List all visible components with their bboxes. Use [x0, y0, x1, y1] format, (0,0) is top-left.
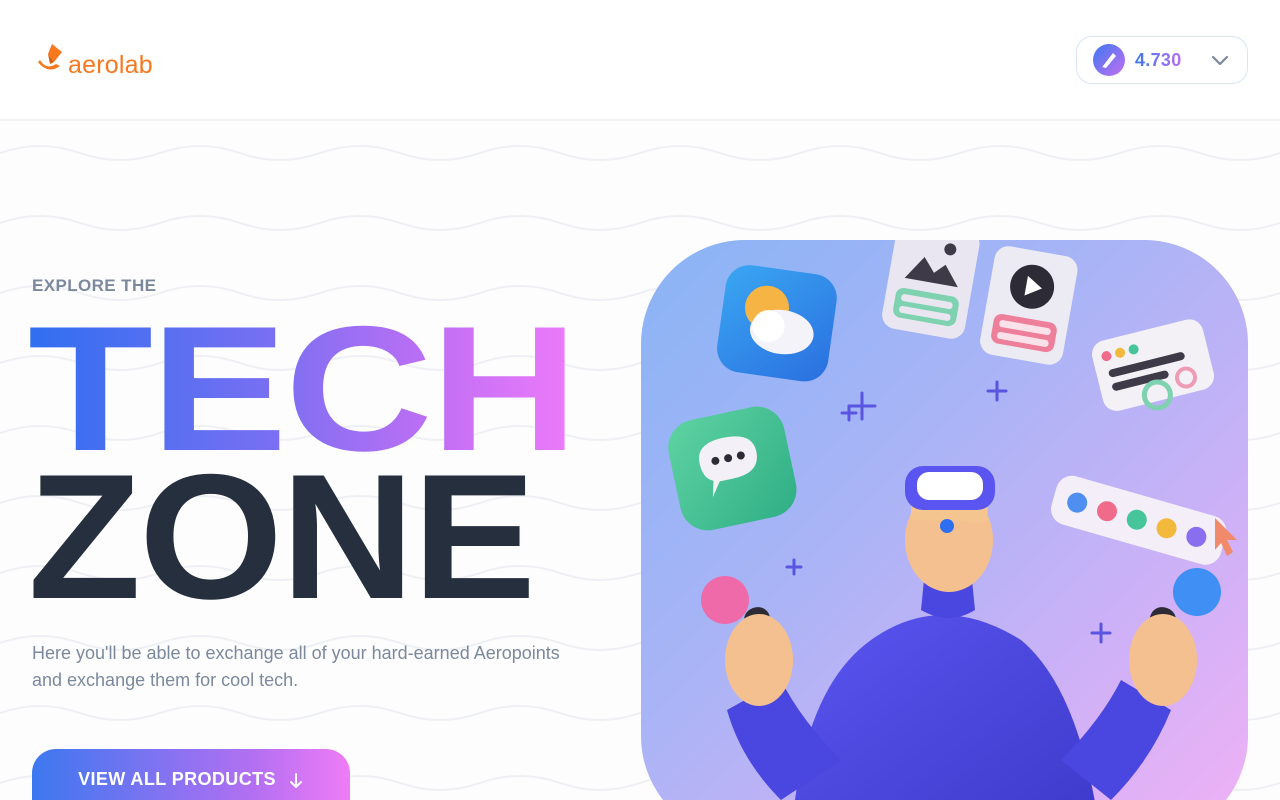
chat-app-icon	[668, 406, 797, 531]
hero-subtitle: Here you'll be able to exchange all of y…	[32, 643, 560, 690]
view-all-products-button[interactable]: VIEW ALL PRODUCTS	[32, 749, 350, 800]
points-balance: 4.730	[1135, 49, 1182, 70]
vr-character-illustration	[668, 240, 1237, 800]
color-palette-icon	[1051, 475, 1227, 565]
aerolab-logo[interactable]: aerolab	[34, 38, 153, 80]
weather-app-icon	[717, 265, 837, 382]
hero-illustration	[641, 240, 1248, 800]
aerolab-logo-icon	[38, 44, 62, 70]
video-card-icon	[980, 246, 1078, 365]
aeropoints-menu-button[interactable]: 4.730	[1076, 36, 1248, 84]
logo-text: aerolab	[68, 51, 153, 79]
chevron-down-icon	[1211, 55, 1229, 66]
hero-title-zone: ZONE	[28, 437, 536, 636]
arrow-down-icon	[289, 773, 302, 788]
site-header: aerolab 4.730	[0, 0, 1280, 121]
aeropoints-coin-icon	[1093, 44, 1125, 76]
image-card-icon	[882, 240, 980, 339]
notes-card-icon	[1091, 319, 1215, 411]
cta-label: VIEW ALL PRODUCTS	[78, 769, 276, 789]
